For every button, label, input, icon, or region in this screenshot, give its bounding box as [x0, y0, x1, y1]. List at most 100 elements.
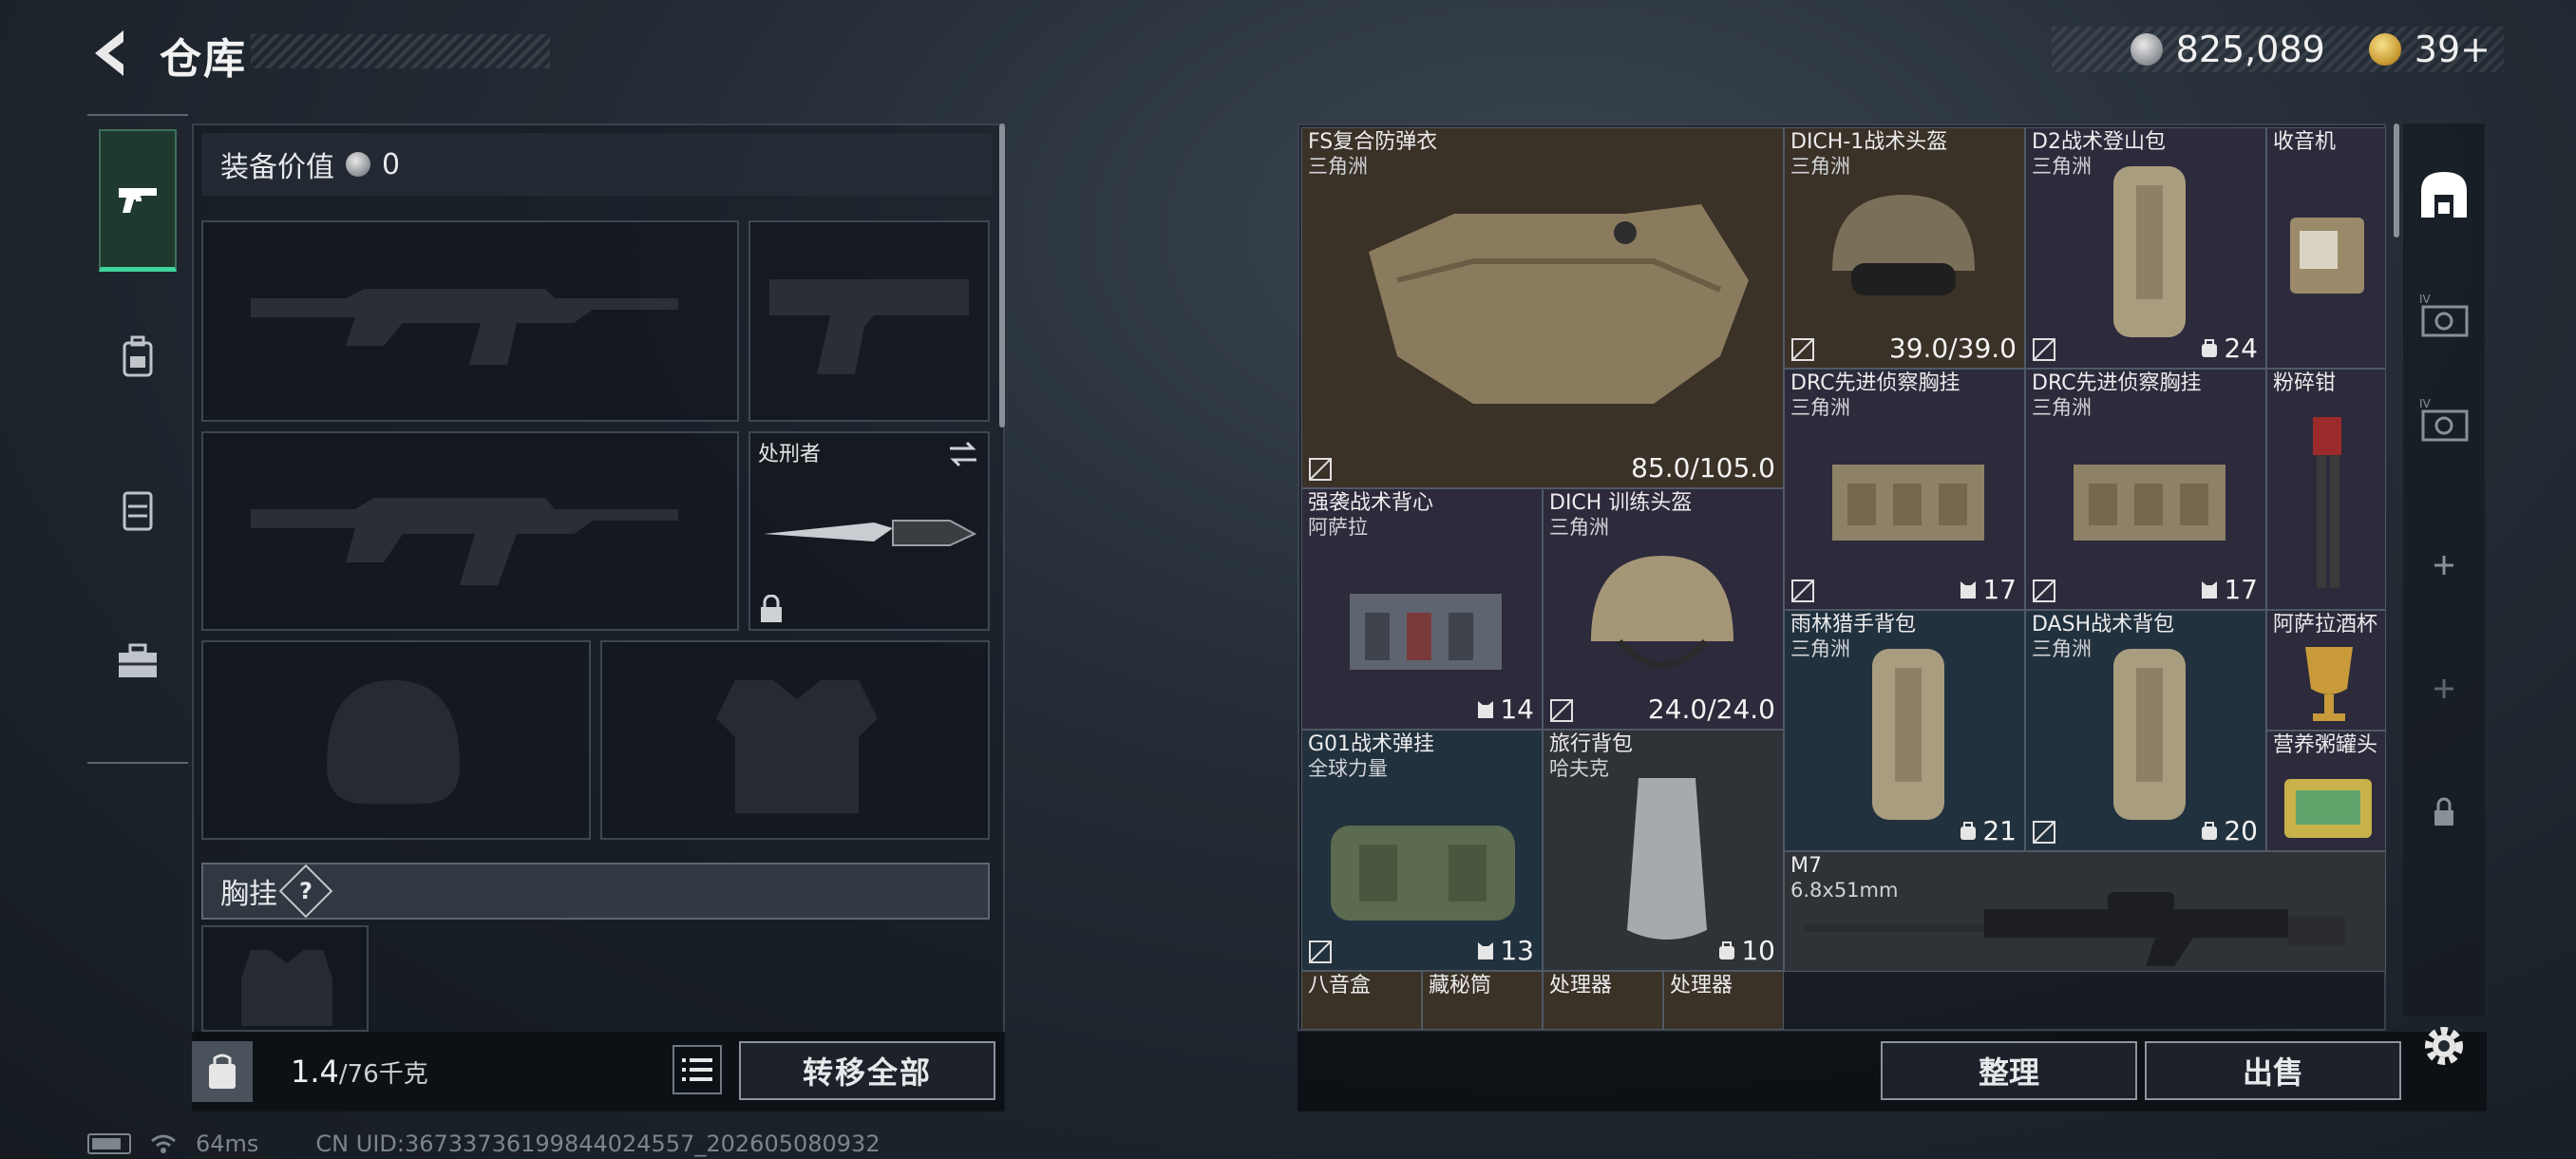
- add-icon: [2434, 556, 2453, 575]
- item-music-box[interactable]: 八音盒: [1301, 971, 1422, 1030]
- item-rainforest-backpack[interactable]: 雨林猎手背包 三角洲 21: [1784, 610, 2025, 851]
- lock-icon: [2434, 797, 2453, 826]
- bag-capacity-icon: [1960, 821, 1977, 840]
- settings-button[interactable]: [2418, 1020, 2470, 1072]
- weight-icon: [192, 1041, 253, 1102]
- item-porridge-can[interactable]: 营养粥罐头: [2266, 731, 2386, 851]
- status-line: 64ms CN UID:3673373619984402455​7_202605…: [87, 1130, 881, 1157]
- no-durability-icon: [2033, 821, 2055, 844]
- melee-slot[interactable]: 处刑者: [748, 431, 990, 631]
- item-processor-2[interactable]: 处理器: [1663, 971, 1784, 1030]
- melee-name: 处刑者: [758, 443, 822, 466]
- list-view-button[interactable]: [672, 1045, 722, 1094]
- item-dash-backpack[interactable]: DASH战术背包 三角洲 20: [2025, 610, 2266, 851]
- tab-add-2[interactable]: [2403, 636, 2485, 741]
- loadout-scrollbar[interactable]: [999, 124, 1005, 428]
- helmet-silhouette-icon: [327, 680, 460, 804]
- item-g01-rig[interactable]: G01战术弹挂 全球力量 13: [1301, 730, 1543, 971]
- chest-rig-slot[interactable]: [201, 925, 369, 1032]
- item-drc-rig-1[interactable]: DRC先进侦察胸挂 三角洲 17: [1784, 369, 2025, 610]
- chest-rig-icon: [2074, 465, 2226, 541]
- item-name: D2战术登山包: [2032, 130, 2166, 154]
- bag-capacity-icon: [2202, 821, 2218, 840]
- item-dich1-helmet[interactable]: DICH-1战术头盔 三角洲 39.0/39.0: [1784, 127, 2025, 369]
- item-processor-1[interactable]: 处理器: [1543, 971, 1663, 1030]
- equipment-value-row: 装备价值 0: [201, 133, 992, 196]
- svg-text:IV: IV: [2419, 293, 2432, 306]
- rig-capacity-icon: [2202, 580, 2218, 598]
- item-radio[interactable]: 收音机: [2266, 127, 2386, 369]
- case-iv-icon: IV: [2419, 397, 2469, 442]
- item-name: 雨林猎手背包: [1790, 613, 1917, 636]
- tab-weapons[interactable]: [99, 129, 177, 272]
- item-sub: 全球力量: [1308, 757, 1388, 780]
- pistol-icon: [119, 187, 157, 213]
- item-capacity: 14: [1475, 694, 1534, 725]
- armor-silhouette-icon: [716, 680, 878, 813]
- item-sub: 三角洲: [1790, 637, 1850, 660]
- sort-button[interactable]: 整理: [1881, 1041, 2137, 1100]
- uid: CN UID:3673373619984402455​7_20260508093…: [315, 1130, 881, 1157]
- pliers-icon: [2313, 417, 2341, 588]
- item-sub: 三角洲: [2032, 637, 2092, 660]
- item-travel-backpack[interactable]: 旅行背包 哈夫克 10: [1543, 730, 1784, 971]
- secondary-weapon-slot[interactable]: [201, 431, 739, 631]
- weight-max: /76千克: [338, 1060, 428, 1089]
- item-capacity: 13: [1475, 935, 1534, 966]
- gold-coin-icon: [2368, 33, 2401, 66]
- sell-button[interactable]: 出售: [2145, 1041, 2401, 1100]
- item-name: 八音盒: [1308, 974, 1372, 998]
- item-sub: 三角洲: [2032, 396, 2092, 419]
- item-fs-armor[interactable]: FS复合防弹衣 三角洲 85.0/105.0: [1301, 127, 1784, 488]
- tab-add-1[interactable]: [2403, 513, 2485, 618]
- inventory-scrollbar[interactable]: [2394, 124, 2399, 238]
- item-cryptex[interactable]: 藏秘筒: [1422, 971, 1543, 1030]
- tab-case-iv[interactable]: IV: [2403, 266, 2485, 370]
- tab-locked[interactable]: [2403, 760, 2485, 864]
- tab-storage[interactable]: [2403, 142, 2485, 247]
- item-name: DRC先进侦察胸挂: [2032, 371, 2202, 395]
- armor-vest-icon: [1369, 204, 1749, 404]
- rifle-icon: [1804, 892, 2345, 966]
- tab-case-iv-2[interactable]: IV: [2403, 370, 2485, 475]
- swap-icon[interactable]: [946, 439, 980, 469]
- item-durability: 39.0/39.0: [1888, 332, 2017, 364]
- item-asara-goblet[interactable]: 阿萨拉酒杯: [2266, 610, 2386, 731]
- item-name: DICH 训练头盔: [1549, 491, 1693, 515]
- item-name: 营养粥罐头: [2273, 733, 2378, 757]
- item-name: 处理器: [1549, 974, 1613, 998]
- item-sub: 阿萨拉: [1308, 516, 1368, 539]
- item-sub: 哈夫克: [1549, 757, 1609, 780]
- case-iv-icon: IV: [2419, 293, 2469, 337]
- item-dich-training-helmet[interactable]: DICH 训练头盔 三角洲 24.0/24.0: [1543, 488, 1784, 730]
- tab-toolbox[interactable]: [99, 591, 177, 733]
- item-pliers[interactable]: 粉碎钳: [2266, 369, 2386, 610]
- pistol-slot[interactable]: [748, 220, 990, 422]
- primary-weapon-slot[interactable]: [201, 220, 739, 422]
- chest-rig-icon: [1832, 465, 1984, 541]
- carry-weight: 1.4/76千克: [291, 1054, 428, 1090]
- back-button[interactable]: [85, 27, 139, 80]
- item-name: 收音机: [2273, 130, 2337, 154]
- no-durability-icon: [2033, 338, 2055, 361]
- armor-slot[interactable]: [600, 640, 990, 840]
- item-capacity: 24: [2199, 332, 2258, 364]
- lock-icon: [761, 595, 782, 622]
- bag-capacity-icon: [2202, 338, 2218, 357]
- item-drc-rig-2[interactable]: DRC先进侦察胸挂 三角洲 17: [2025, 369, 2266, 610]
- help-icon[interactable]: ?: [278, 864, 333, 919]
- item-d2-backpack[interactable]: D2战术登山包 三角洲 24: [2025, 127, 2266, 369]
- item-name: DICH-1战术头盔: [1790, 130, 1948, 154]
- vest-icon: [1350, 594, 1502, 670]
- item-assault-vest[interactable]: 强袭战术背心 阿萨拉 14: [1301, 488, 1543, 730]
- helmet-slot[interactable]: [201, 640, 591, 840]
- tab-backpack[interactable]: [99, 287, 177, 429]
- left-category-tabs: [87, 114, 188, 764]
- transfer-all-button[interactable]: 转移全部: [739, 1041, 995, 1100]
- equipment-value-label: 装备价值: [220, 151, 334, 184]
- tab-rig[interactable]: [99, 439, 177, 581]
- item-m7-rifle[interactable]: M7 6.8x51mm: [1784, 851, 2386, 972]
- gold-amount[interactable]: 39+: [2415, 28, 2491, 70]
- backpack-icon: [2113, 649, 2186, 820]
- item-durability: 24.0/24.0: [1647, 694, 1775, 725]
